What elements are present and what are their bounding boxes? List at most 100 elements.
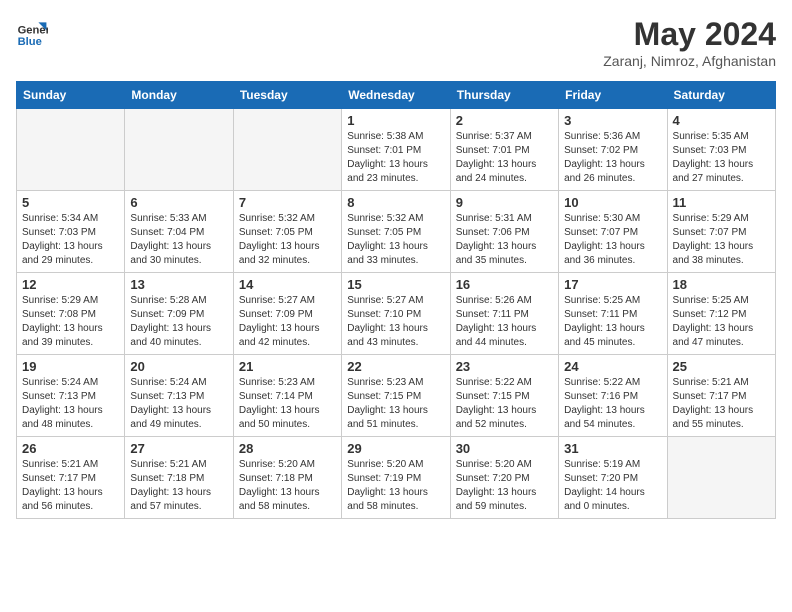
calendar-day-cell: 16 Sunrise: 5:26 AMSunset: 7:11 PMDayligh… [450,273,558,355]
calendar-day-cell: 27 Sunrise: 5:21 AMSunset: 7:18 PMDayligh… [125,437,233,519]
day-info: Sunrise: 5:19 AMSunset: 7:20 PMDaylight:… [564,458,661,514]
weekday-header-saturday: Saturday [667,82,775,109]
calendar-day-cell: 10 Sunrise: 5:30 AMSunset: 7:07 PMDayligh… [559,191,667,273]
day-info: Sunrise: 5:27 AMSunset: 7:09 PMDaylight:… [239,294,336,350]
calendar-day-cell [233,109,341,191]
calendar-day-cell: 6 Sunrise: 5:33 AMSunset: 7:04 PMDaylight… [125,191,233,273]
day-info: Sunrise: 5:21 AMSunset: 7:17 PMDaylight:… [673,376,770,432]
day-number: 21 [239,359,336,374]
logo: General Blue [16,16,48,48]
calendar-day-cell: 11 Sunrise: 5:29 AMSunset: 7:07 PMDayligh… [667,191,775,273]
calendar-week-row: 26 Sunrise: 5:21 AMSunset: 7:17 PMDayligh… [17,437,776,519]
calendar-day-cell: 20 Sunrise: 5:24 AMSunset: 7:13 PMDayligh… [125,355,233,437]
day-number: 14 [239,277,336,292]
day-info: Sunrise: 5:24 AMSunset: 7:13 PMDaylight:… [22,376,119,432]
day-number: 28 [239,441,336,456]
calendar-day-cell: 15 Sunrise: 5:27 AMSunset: 7:10 PMDayligh… [342,273,450,355]
day-number: 6 [130,195,227,210]
day-info: Sunrise: 5:29 AMSunset: 7:08 PMDaylight:… [22,294,119,350]
day-number: 30 [456,441,553,456]
day-number: 11 [673,195,770,210]
day-number: 20 [130,359,227,374]
weekday-header-monday: Monday [125,82,233,109]
day-info: Sunrise: 5:22 AMSunset: 7:16 PMDaylight:… [564,376,661,432]
calendar-day-cell: 28 Sunrise: 5:20 AMSunset: 7:18 PMDayligh… [233,437,341,519]
calendar-day-cell: 31Sunrise: 5:19 AMSunset: 7:20 PMDayligh… [559,437,667,519]
day-info: Sunrise: 5:31 AMSunset: 7:06 PMDaylight:… [456,212,553,268]
weekday-header-row: SundayMondayTuesdayWednesdayThursdayFrid… [17,82,776,109]
day-number: 25 [673,359,770,374]
day-info: Sunrise: 5:28 AMSunset: 7:09 PMDaylight:… [130,294,227,350]
day-number: 22 [347,359,444,374]
day-number: 17 [564,277,661,292]
weekday-header-friday: Friday [559,82,667,109]
day-number: 15 [347,277,444,292]
calendar-day-cell: 23 Sunrise: 5:22 AMSunset: 7:15 PMDayligh… [450,355,558,437]
calendar-week-row: 1 Sunrise: 5:38 AMSunset: 7:01 PMDaylight… [17,109,776,191]
svg-text:Blue: Blue [18,36,42,48]
day-info: Sunrise: 5:34 AMSunset: 7:03 PMDaylight:… [22,212,119,268]
day-info: Sunrise: 5:32 AMSunset: 7:05 PMDaylight:… [347,212,444,268]
calendar-day-cell: 25 Sunrise: 5:21 AMSunset: 7:17 PMDayligh… [667,355,775,437]
day-number: 19 [22,359,119,374]
day-number: 5 [22,195,119,210]
day-number: 12 [22,277,119,292]
day-info: Sunrise: 5:21 AMSunset: 7:18 PMDaylight:… [130,458,227,514]
day-number: 8 [347,195,444,210]
calendar-table: SundayMondayTuesdayWednesdayThursdayFrid… [16,81,776,519]
day-number: 27 [130,441,227,456]
day-info: Sunrise: 5:38 AMSunset: 7:01 PMDaylight:… [347,130,444,186]
calendar-day-cell [125,109,233,191]
day-info: Sunrise: 5:37 AMSunset: 7:01 PMDaylight:… [456,130,553,186]
calendar-day-cell: 4 Sunrise: 5:35 AMSunset: 7:03 PMDaylight… [667,109,775,191]
day-info: Sunrise: 5:20 AMSunset: 7:18 PMDaylight:… [239,458,336,514]
day-number: 24 [564,359,661,374]
day-info: Sunrise: 5:35 AMSunset: 7:03 PMDaylight:… [673,130,770,186]
day-info: Sunrise: 5:24 AMSunset: 7:13 PMDaylight:… [130,376,227,432]
day-info: Sunrise: 5:30 AMSunset: 7:07 PMDaylight:… [564,212,661,268]
calendar-day-cell: 3Sunrise: 5:36 AMSunset: 7:02 PMDaylight… [559,109,667,191]
calendar-day-cell: 2 Sunrise: 5:37 AMSunset: 7:01 PMDaylight… [450,109,558,191]
day-number: 10 [564,195,661,210]
calendar-day-cell: 18Sunrise: 5:25 AMSunset: 7:12 PMDayligh… [667,273,775,355]
calendar-day-cell [667,437,775,519]
day-info: Sunrise: 5:25 AMSunset: 7:11 PMDaylight:… [564,294,661,350]
day-number: 1 [347,113,444,128]
calendar-week-row: 12 Sunrise: 5:29 AMSunset: 7:08 PMDayligh… [17,273,776,355]
day-number: 26 [22,441,119,456]
calendar-day-cell: 8 Sunrise: 5:32 AMSunset: 7:05 PMDaylight… [342,191,450,273]
day-number: 23 [456,359,553,374]
day-info: Sunrise: 5:22 AMSunset: 7:15 PMDaylight:… [456,376,553,432]
page-header: General Blue May 2024 Zaranj, Nimroz, Af… [16,16,776,69]
day-number: 2 [456,113,553,128]
calendar-day-cell: 14 Sunrise: 5:27 AMSunset: 7:09 PMDayligh… [233,273,341,355]
calendar-day-cell: 12 Sunrise: 5:29 AMSunset: 7:08 PMDayligh… [17,273,125,355]
calendar-week-row: 19 Sunrise: 5:24 AMSunset: 7:13 PMDayligh… [17,355,776,437]
calendar-day-cell: 30Sunrise: 5:20 AMSunset: 7:20 PMDayligh… [450,437,558,519]
calendar-week-row: 5 Sunrise: 5:34 AMSunset: 7:03 PMDaylight… [17,191,776,273]
calendar-day-cell: 17 Sunrise: 5:25 AMSunset: 7:11 PMDayligh… [559,273,667,355]
day-info: Sunrise: 5:29 AMSunset: 7:07 PMDaylight:… [673,212,770,268]
calendar-day-cell: 19 Sunrise: 5:24 AMSunset: 7:13 PMDayligh… [17,355,125,437]
day-info: Sunrise: 5:36 AMSunset: 7:02 PMDaylight:… [564,130,661,186]
day-number: 18 [673,277,770,292]
day-number: 13 [130,277,227,292]
day-info: Sunrise: 5:27 AMSunset: 7:10 PMDaylight:… [347,294,444,350]
day-number: 16 [456,277,553,292]
day-number: 7 [239,195,336,210]
calendar-day-cell: 26 Sunrise: 5:21 AMSunset: 7:17 PMDayligh… [17,437,125,519]
month-year-title: May 2024 [603,16,776,53]
calendar-day-cell: 5 Sunrise: 5:34 AMSunset: 7:03 PMDaylight… [17,191,125,273]
day-info: Sunrise: 5:33 AMSunset: 7:04 PMDaylight:… [130,212,227,268]
day-number: 9 [456,195,553,210]
weekday-header-wednesday: Wednesday [342,82,450,109]
title-area: May 2024 Zaranj, Nimroz, Afghanistan [603,16,776,69]
calendar-day-cell: 13 Sunrise: 5:28 AMSunset: 7:09 PMDayligh… [125,273,233,355]
day-info: Sunrise: 5:26 AMSunset: 7:11 PMDaylight:… [456,294,553,350]
day-info: Sunrise: 5:21 AMSunset: 7:17 PMDaylight:… [22,458,119,514]
day-info: Sunrise: 5:23 AMSunset: 7:15 PMDaylight:… [347,376,444,432]
calendar-day-cell: 29Sunrise: 5:20 AMSunset: 7:19 PMDayligh… [342,437,450,519]
day-info: Sunrise: 5:32 AMSunset: 7:05 PMDaylight:… [239,212,336,268]
weekday-header-sunday: Sunday [17,82,125,109]
day-number: 4 [673,113,770,128]
